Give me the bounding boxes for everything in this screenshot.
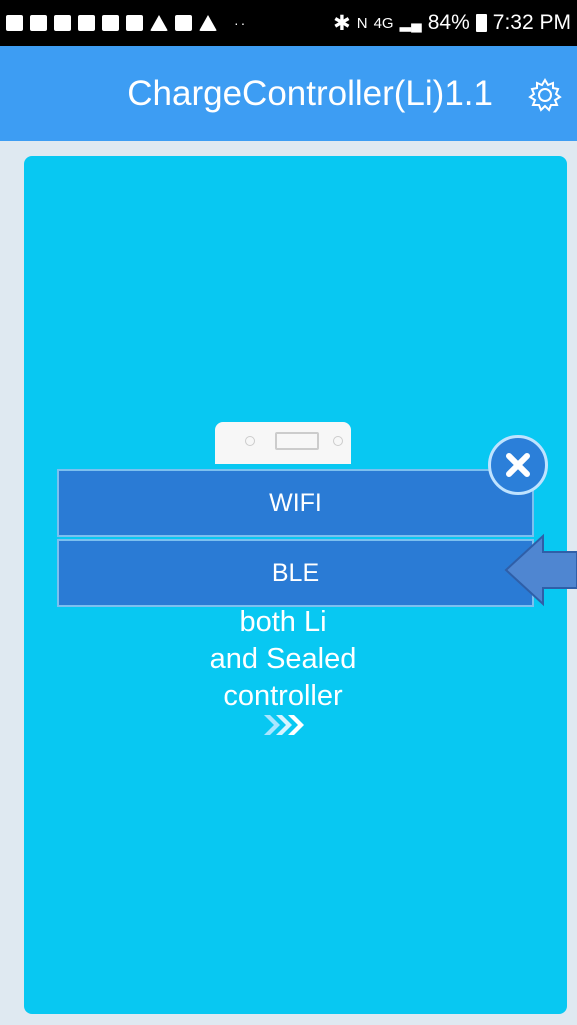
warning-icon bbox=[150, 15, 168, 31]
battery-icon bbox=[475, 14, 487, 32]
notification-icons: ·· bbox=[6, 15, 247, 31]
clock: 7:32 PM bbox=[492, 11, 571, 34]
battery-percent: 84% bbox=[427, 11, 470, 34]
signal-icon: ▂▄ bbox=[399, 15, 422, 32]
close-icon[interactable] bbox=[488, 435, 548, 495]
image-icon bbox=[126, 15, 143, 31]
chevrons-right-icon[interactable] bbox=[262, 713, 308, 737]
device-slot bbox=[275, 432, 319, 450]
controller-description: both Li and Sealed controller bbox=[140, 604, 426, 715]
device-screw bbox=[245, 436, 255, 446]
wifi-option-button[interactable]: WIFI bbox=[57, 469, 534, 537]
gear-icon[interactable] bbox=[527, 77, 563, 113]
flipboard-icon bbox=[175, 15, 192, 31]
device-screw bbox=[333, 436, 343, 446]
warning-icon bbox=[199, 15, 217, 31]
description-line: both Li bbox=[239, 606, 327, 638]
description-line: controller bbox=[223, 680, 343, 712]
ble-option-button[interactable]: BLE bbox=[57, 539, 534, 607]
news-icon bbox=[78, 15, 95, 31]
pointer-arrow-icon bbox=[504, 533, 577, 607]
network-type: 4G bbox=[373, 14, 394, 32]
page-title: ChargeController(Li)1.1 bbox=[127, 74, 493, 113]
description-line: and Sealed bbox=[209, 643, 357, 675]
nfc-icon: N bbox=[356, 14, 368, 32]
amazon-icon bbox=[102, 15, 119, 31]
app-icon bbox=[54, 15, 71, 31]
more-dots-icon: ·· bbox=[234, 15, 248, 31]
mail-icon bbox=[6, 15, 23, 31]
status-bar: ·· ✱ N 4G ▂▄ 84% 7:32 PM bbox=[0, 0, 577, 46]
app-icon bbox=[30, 15, 47, 31]
app-bar: ChargeController(Li)1.1 bbox=[0, 46, 577, 141]
bluetooth-icon: ✱ bbox=[333, 11, 351, 35]
system-status: ✱ N 4G ▂▄ 84% 7:32 PM bbox=[333, 11, 571, 36]
controller-device-image bbox=[215, 422, 351, 464]
